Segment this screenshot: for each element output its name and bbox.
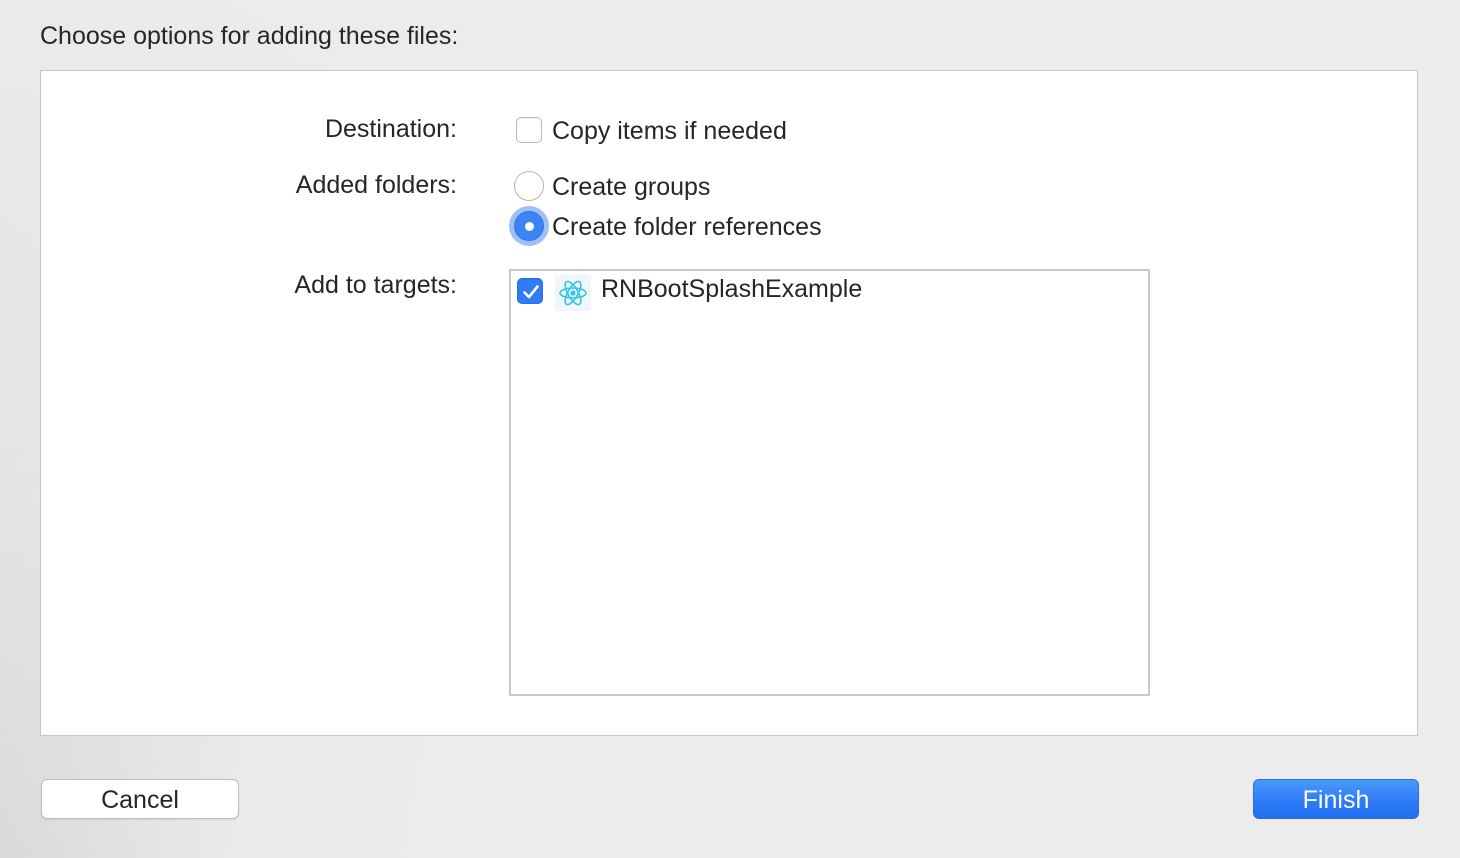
create-groups-label[interactable]: Create groups xyxy=(552,173,710,202)
create-folder-references-radio[interactable] xyxy=(514,211,544,241)
target-row[interactable]: RNBootSplashExample xyxy=(511,271,1148,313)
targets-list[interactable]: RNBootSplashExample xyxy=(509,269,1150,696)
added-folders-label: Added folders: xyxy=(295,171,457,199)
copy-items-label[interactable]: Copy items if needed xyxy=(552,117,787,146)
destination-label: Destination: xyxy=(324,115,457,143)
create-groups-radio[interactable] xyxy=(514,171,544,201)
radio-selected-dot xyxy=(525,222,534,231)
target-name[interactable]: RNBootSplashExample xyxy=(601,275,862,304)
create-folder-references-label[interactable]: Create folder references xyxy=(552,213,822,242)
target-checkbox[interactable] xyxy=(517,278,543,304)
checkmark-icon xyxy=(523,285,539,299)
finish-button[interactable]: Finish xyxy=(1253,779,1419,819)
cancel-button[interactable]: Cancel xyxy=(41,779,239,819)
react-icon xyxy=(555,275,591,311)
add-to-targets-label: Add to targets: xyxy=(294,271,457,299)
dialog-header: Choose options for adding these files: xyxy=(40,22,459,50)
options-panel: Destination: Copy items if needed Added … xyxy=(40,70,1418,736)
copy-items-checkbox[interactable] xyxy=(516,117,542,143)
